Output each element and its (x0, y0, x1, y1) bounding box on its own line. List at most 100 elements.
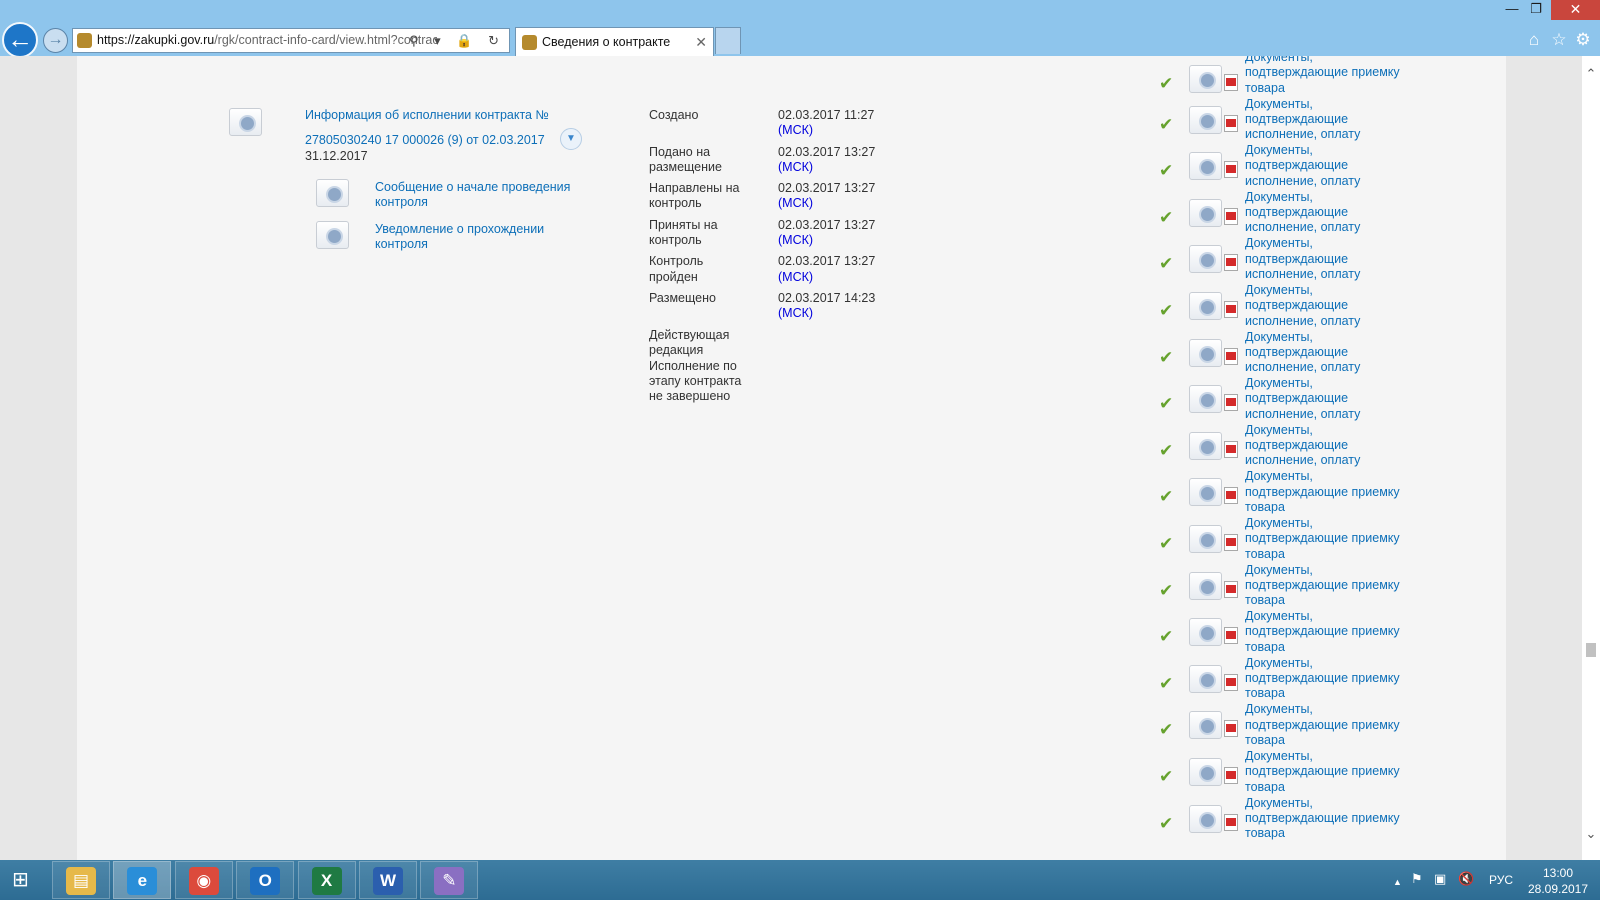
status-label: Размещено (649, 291, 716, 305)
document-link[interactable]: Документы, подтверждающие приемку товара (1245, 516, 1445, 562)
certificate-icon[interactable] (1189, 198, 1222, 227)
taskbar-word-button[interactable]: W (359, 861, 417, 899)
pdf-file-icon[interactable] (1224, 673, 1238, 691)
clock-date[interactable]: 28.09.2017 (1523, 882, 1593, 896)
document-row: ✔ Документы, подтверждающие исполнение, опл… (1157, 330, 1457, 376)
pdf-file-icon[interactable] (1224, 301, 1238, 318)
volume-muted-icon[interactable]: 🔇 (1458, 872, 1474, 886)
certificate-icon[interactable] (1189, 571, 1222, 600)
document-link[interactable]: Документы, подтверждающие приемку товара (1245, 749, 1445, 795)
control-passed-notice-link[interactable]: Уведомление о прохождении контроля (375, 222, 595, 253)
document-row: ✔ Документы, подтверждающие приемку товара (1157, 749, 1457, 795)
taskbar-internet-explorer-button[interactable]: e (113, 861, 172, 899)
taskbar-outlook-button[interactable]: O (236, 861, 295, 899)
pdf-file-icon[interactable] (1224, 440, 1238, 458)
certificate-icon[interactable] (1189, 338, 1222, 367)
tab-contract-info[interactable]: Сведения о контракте ✕ (515, 27, 714, 56)
address-url[interactable]: https://zakupki.gov.ru/rgk/contract-info… (97, 29, 437, 52)
scroll-up-icon[interactable]: ⌃ (1582, 66, 1600, 82)
home-icon[interactable]: ⌂ (1523, 29, 1545, 51)
certificate-icon[interactable] (1189, 525, 1222, 553)
address-bar[interactable]: https://zakupki.gov.ru/rgk/contract-info… (72, 28, 510, 53)
document-link[interactable]: Документы, подтверждающие приемку товара (1245, 656, 1445, 702)
certificate-icon[interactable] (1189, 245, 1222, 274)
pdf-file-icon[interactable] (1224, 394, 1238, 412)
status-timestamp: 02.03.2017 13:27 (МСК) (778, 254, 876, 284)
pdf-file-icon[interactable] (1224, 114, 1238, 132)
pdf-file-icon[interactable] (1224, 813, 1238, 831)
pdf-file-icon[interactable] (1224, 207, 1238, 225)
document-link[interactable]: Документы, подтверждающие приемку товара (1245, 609, 1445, 655)
document-link[interactable]: Документы, подтверждающие исполнение, опла… (1245, 236, 1445, 282)
pdf-file-icon[interactable] (1224, 74, 1238, 91)
certificate-icon[interactable] (1189, 431, 1222, 460)
certificate-icon[interactable] (1189, 758, 1222, 786)
back-button[interactable]: ← (2, 22, 38, 58)
new-tab-button[interactable] (715, 27, 741, 54)
document-link[interactable]: Документы, подтверждающие приемку товара (1245, 469, 1445, 515)
pdf-file-icon[interactable] (1224, 254, 1238, 272)
document-row: ✔ Документы, подтверждающие приемку товара (1157, 516, 1457, 562)
execution-info-link[interactable]: Информация об исполнении контракта № 278… (305, 108, 575, 149)
forward-button[interactable]: → (43, 28, 68, 53)
document-row: ✔ Документы, подтверждающие приемку товара (1157, 609, 1457, 655)
certificate-icon[interactable] (1189, 385, 1222, 414)
signed-check-icon: ✔ (1159, 74, 1174, 93)
show-hidden-icons-chevron-icon[interactable]: ▲ (1393, 875, 1402, 889)
pdf-file-icon[interactable] (1224, 534, 1238, 551)
scroll-thumb[interactable] (1586, 643, 1596, 657)
tab-close-icon[interactable]: ✕ (695, 28, 707, 56)
certificate-icon[interactable] (1189, 105, 1222, 134)
certificate-icon[interactable] (1189, 65, 1222, 93)
document-link[interactable]: Документы, подтверждающие приемку товара (1245, 563, 1445, 609)
document-link[interactable]: Документы, подтверждающие исполнение, опла… (1245, 97, 1445, 143)
pdf-file-icon[interactable] (1224, 487, 1238, 505)
taskbar-excel-button[interactable]: X (297, 861, 356, 899)
maximize-button[interactable]: ❐ (1523, 0, 1549, 20)
certificate-icon[interactable] (1189, 152, 1222, 181)
certificate-icon[interactable] (1189, 618, 1222, 647)
pdf-file-icon[interactable] (1224, 347, 1238, 365)
certificate-icon[interactable] (1189, 711, 1222, 740)
document-link[interactable]: Документы, подтверждающие приемку товара (1245, 56, 1445, 96)
close-window-button[interactable]: ✕ (1551, 0, 1600, 20)
pdf-file-icon[interactable] (1224, 580, 1238, 598)
pdf-file-icon[interactable] (1224, 767, 1238, 784)
favorites-star-icon[interactable]: ☆ (1548, 29, 1570, 51)
certificate-icon[interactable] (1189, 292, 1222, 320)
document-link[interactable]: Документы, подтверждающие исполнение, опла… (1245, 190, 1445, 236)
document-link[interactable]: Документы, подтверждающие исполнение, опла… (1245, 423, 1445, 469)
document-link[interactable]: Документы, подтверждающие приемку товара (1245, 702, 1445, 748)
settings-gear-icon[interactable]: ⚙ (1572, 29, 1594, 51)
address-controls-icon[interactable]: ⚲ ▾ 🔒 ↻ (409, 29, 505, 52)
certificate-icon[interactable] (1189, 804, 1222, 833)
start-button[interactable]: ⊞ (0, 860, 46, 900)
document-link[interactable]: Документы, подтверждающие исполнение, опла… (1245, 330, 1445, 376)
certificate-icon[interactable] (1189, 478, 1222, 507)
action-center-flag-icon[interactable]: ⚑ (1411, 872, 1423, 886)
certificate-icon[interactable] (316, 179, 349, 207)
taskbar-file-explorer-button[interactable]: ▤ (52, 861, 110, 899)
status-timestamp: 02.03.2017 11:27 (МСК) (778, 108, 875, 138)
scroll-down-icon[interactable]: ⌄ (1582, 826, 1600, 842)
certificate-icon[interactable] (1189, 664, 1222, 693)
document-link[interactable]: Документы, подтверждающие исполнение, опла… (1245, 376, 1445, 422)
vertical-scrollbar[interactable]: ⌃ ⌄ (1582, 56, 1600, 860)
certificate-icon[interactable] (316, 221, 349, 249)
expand-toggle-icon[interactable]: ▼ (560, 128, 582, 150)
document-link[interactable]: Документы, подтверждающие исполнение, опла… (1245, 283, 1445, 329)
clock-time[interactable]: 13:00 (1528, 866, 1588, 880)
minimize-button[interactable]: — (1498, 0, 1526, 20)
page-viewport: Информация об исполнении контракта № 278… (0, 56, 1582, 860)
input-language[interactable]: РУС (1489, 873, 1513, 887)
document-link[interactable]: Документы, подтверждающие приемку товара (1245, 796, 1445, 842)
certificate-icon[interactable] (229, 108, 262, 136)
network-icon[interactable]: ▣ (1434, 872, 1446, 886)
control-start-message-link[interactable]: Сообщение о начале проведения контроля (375, 180, 595, 211)
pdf-file-icon[interactable] (1224, 161, 1238, 179)
taskbar-paint-button[interactable]: ✎ (420, 861, 479, 899)
document-link[interactable]: Документы, подтверждающие исполнение, опла… (1245, 143, 1445, 189)
pdf-file-icon[interactable] (1224, 627, 1238, 645)
pdf-file-icon[interactable] (1224, 720, 1238, 738)
taskbar-chrome-button[interactable]: ◉ (174, 861, 233, 899)
